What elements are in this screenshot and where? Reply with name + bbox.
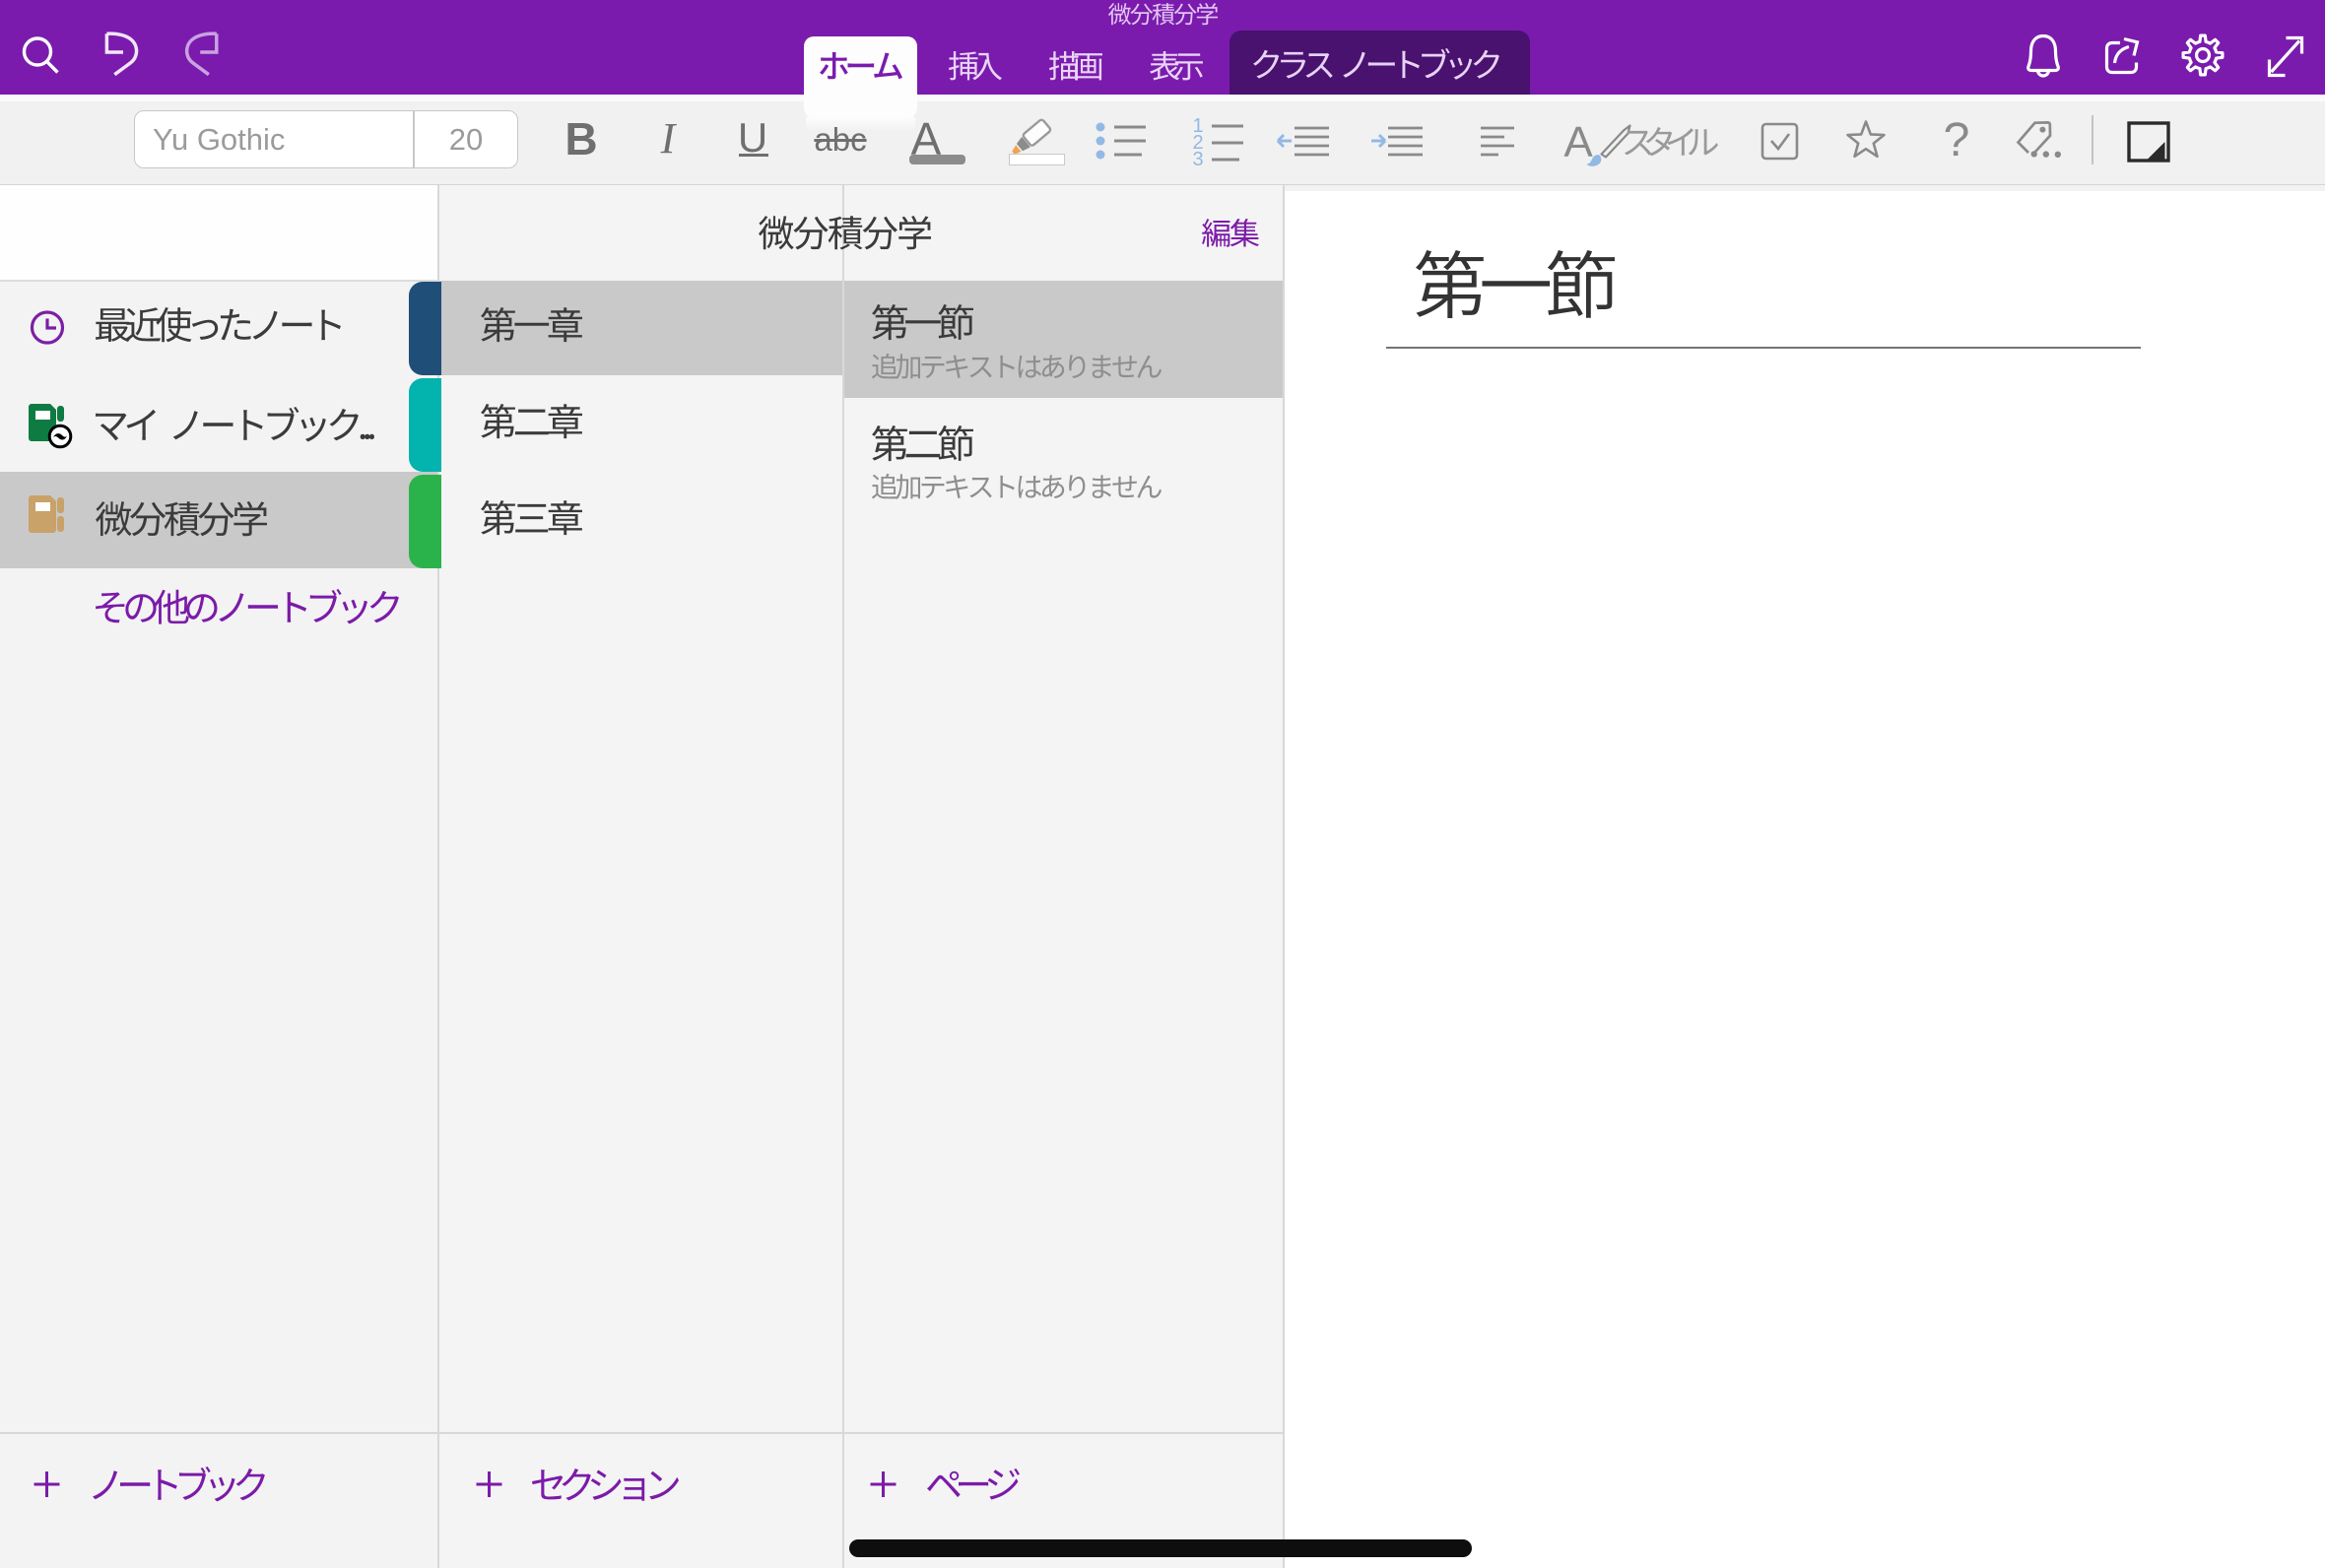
svg-text:3: 3 — [1192, 149, 1203, 168]
